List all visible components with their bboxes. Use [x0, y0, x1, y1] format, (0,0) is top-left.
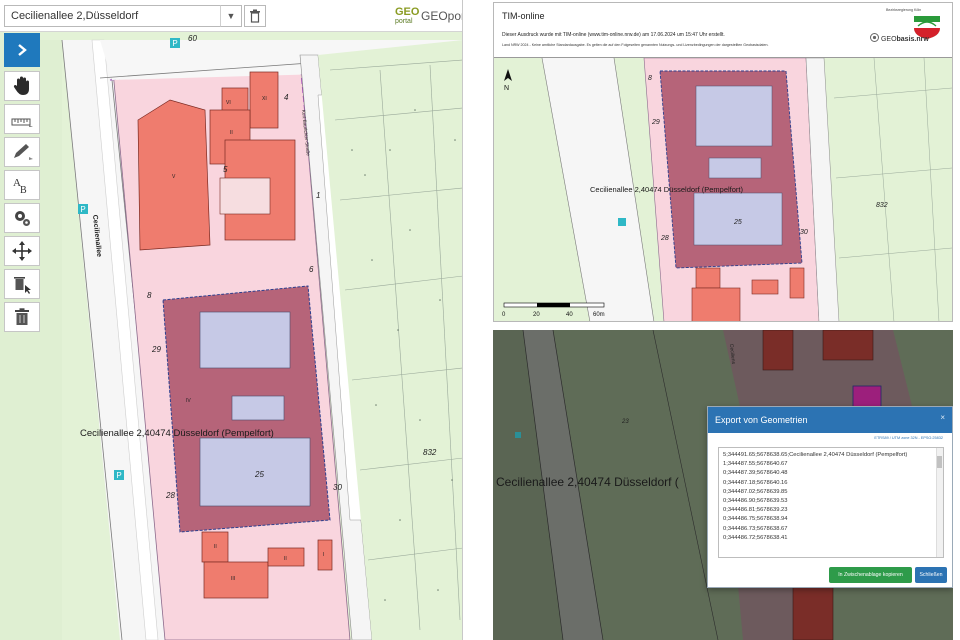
clear-search-button[interactable]	[244, 5, 266, 27]
map-toolbar: A B	[4, 33, 40, 335]
geobasis-icon	[870, 33, 879, 42]
search-input[interactable]: Cecilienallee 2,Düsseldorf	[4, 5, 242, 27]
copy-to-clipboard-button[interactable]: In Zwischenablage kopieren	[829, 567, 912, 583]
floor-label: II	[284, 556, 287, 562]
text-button[interactable]: A B	[4, 170, 40, 200]
geoportal-logo: GEO portal	[395, 6, 420, 26]
trash-cursor-icon	[14, 277, 31, 294]
parcel-label: 8	[648, 75, 652, 82]
coordinate-row: 1;344487.55;5678640.67	[723, 461, 788, 468]
scale-tick: 40	[566, 312, 573, 318]
parcel-label: 29	[651, 119, 660, 126]
export-map-panel: 23 Ceciliens Cecilienallee 2,40474 Düsse…	[493, 330, 953, 640]
north-arrow-icon	[504, 69, 512, 81]
geobasis-logo: GEObasis.nrw	[870, 33, 929, 43]
coordinate-row: 0;344487.02;5678639.85	[723, 488, 788, 495]
coordinate-row: 0;344486.81;5678639.23	[723, 507, 788, 514]
print-header: TIM-online Dieser Ausdruck wurde mit TIM…	[494, 3, 952, 58]
crs-label: ETRS89 / UTM zone 32N - EPSG:25832	[874, 436, 943, 440]
scrollbar[interactable]	[936, 448, 943, 557]
print-map: 8 29 25 28 30 832 Cecilienallee 2,40474 …	[494, 58, 952, 321]
parcel-label: 8	[147, 291, 152, 300]
coordinate-row: 0;344486.73;5678638.67	[723, 525, 788, 532]
floor-label: II	[230, 130, 233, 136]
move-button[interactable]	[4, 236, 40, 266]
parcel-label: 1	[316, 191, 320, 200]
delete-feature-button[interactable]	[4, 269, 40, 299]
measure-button[interactable]	[4, 104, 40, 134]
floor-label: VI	[226, 100, 231, 106]
coordinate-row: 0;344486.72;5678638.41	[723, 534, 788, 541]
parcel-label: 832	[423, 448, 437, 457]
floor-label: II	[214, 544, 217, 550]
parcel-label: 28	[660, 235, 669, 242]
coordinate-row: 5;344491.65;5678638.65;Cecilienallee 2,4…	[723, 452, 908, 458]
pan-button[interactable]	[4, 71, 40, 101]
svg-text:B: B	[20, 185, 27, 195]
scale-tick: 60m	[593, 312, 605, 318]
print-title: TIM-online	[502, 11, 545, 21]
coordinate-row: 0;344487.39;5678640.48	[723, 470, 788, 477]
parcel-label: 25	[733, 219, 742, 226]
parking-marker: P	[80, 205, 85, 214]
geoportal-map[interactable]: P P P 60 4 5 1 6 8 29 25 28 30 832 VI XI…	[0, 0, 463, 640]
pencil-icon	[14, 144, 33, 160]
floor-label: III	[231, 576, 235, 582]
search-bar: Cecilienallee 2,Düsseldorf ▼ GEO portal G…	[0, 0, 463, 32]
authority-label: Bezirksregierung Köln	[886, 8, 922, 12]
parcel-label: 30	[333, 483, 342, 492]
parking-marker: P	[172, 39, 177, 48]
move-arrows-icon	[12, 241, 32, 261]
address-label: Cecilienallee 2,40474 Düsseldorf (Pempel…	[80, 428, 274, 439]
ruler-icon	[11, 118, 33, 127]
parcel-label: 4	[284, 93, 289, 102]
print-preview-panel: TIM-online Dieser Ausdruck wurde mit TIM…	[493, 2, 953, 322]
parking-marker: P	[116, 471, 121, 480]
coordinate-row: 0;344487.18;5678640.16	[723, 479, 788, 486]
north-arrow: N	[504, 69, 512, 92]
trash-icon	[15, 308, 29, 325]
parcel-label: 832	[876, 202, 888, 209]
export-geometries-dialog: Export von Geometrien × ETRS89 / UTM zon…	[707, 406, 953, 588]
coordinates-textarea[interactable]: 5;344491.65;5678638.65;Cecilienallee 2,4…	[718, 447, 944, 558]
dialog-title: Export von Geometrien	[715, 415, 808, 425]
close-button[interactable]: Schließen	[915, 567, 947, 583]
parcel-label: 25	[254, 470, 264, 479]
scale-tick: 20	[533, 312, 540, 318]
coordinate-row: 0;344486.90;5678639.53	[723, 498, 788, 505]
parcel-label: 6	[309, 265, 314, 274]
close-icon[interactable]: ×	[940, 413, 945, 422]
parcel-label: 29	[151, 345, 161, 354]
geoportal-map-panel: P P P 60 4 5 1 6 8 29 25 28 30 832 VI XI…	[0, 0, 463, 640]
address-label: Cecilienallee 2,40474 Düsseldorf (	[496, 475, 679, 489]
parcel-label: 23	[621, 419, 629, 425]
delete-all-button[interactable]	[4, 302, 40, 332]
chevron-right-icon	[18, 44, 27, 56]
address-label: Cecilienallee 2,40474 Düsseldorf (Pempel…	[590, 185, 743, 194]
parcel-label: 28	[165, 491, 175, 500]
scrollbar-thumb[interactable]	[937, 456, 942, 468]
print-info-line: Dieser Ausdruck wurde mit TIM-online (ww…	[502, 32, 725, 38]
coordinate-row: 0;344486.75;5678638.94	[723, 516, 788, 523]
scale-tick: 0	[502, 312, 506, 318]
scale-bar: 0 20 40 60m	[502, 302, 605, 318]
geoportal-title: GEOportal.NRW	[421, 9, 463, 23]
chevron-down-icon[interactable]: ▼	[220, 5, 242, 27]
print-license-line: Land NRW 2024 - Keine amtliche Standarda…	[502, 43, 769, 47]
settings-button[interactable]	[4, 203, 40, 233]
parcel-label: 5	[223, 165, 228, 174]
floor-label: I	[323, 552, 324, 558]
parcel-label: 60	[188, 34, 197, 43]
trash-icon	[250, 9, 260, 23]
gears-icon	[15, 211, 30, 226]
parcel-label: 30	[800, 229, 808, 236]
floor-label: IV	[186, 398, 191, 404]
draw-button[interactable]	[4, 137, 40, 167]
text-label-icon: A B	[13, 177, 27, 195]
floor-label: XI	[262, 96, 267, 102]
hand-icon	[13, 76, 29, 95]
dialog-header: Export von Geometrien ×	[708, 407, 952, 433]
expand-button[interactable]	[4, 33, 40, 67]
